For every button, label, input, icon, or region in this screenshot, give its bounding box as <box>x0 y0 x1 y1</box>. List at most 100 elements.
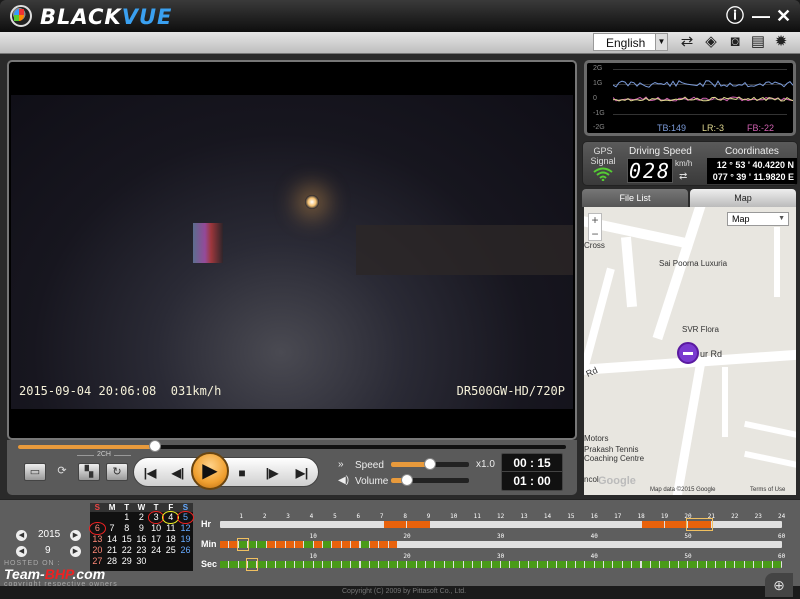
second-segment[interactable] <box>388 561 397 568</box>
second-segment[interactable] <box>538 561 547 568</box>
minute-segment[interactable] <box>332 541 341 548</box>
second-segment[interactable] <box>285 561 294 568</box>
second-segment[interactable] <box>407 561 416 568</box>
gear-icon[interactable]: ✹ <box>772 33 790 51</box>
calendar-day[interactable]: 12 <box>178 523 193 534</box>
language-select[interactable]: English ▼ <box>593 33 668 51</box>
minute-segment[interactable] <box>323 541 332 548</box>
second-segment[interactable] <box>632 561 641 568</box>
minute-segment[interactable] <box>276 541 285 548</box>
minute-segment[interactable] <box>369 541 379 548</box>
second-segment[interactable] <box>501 561 510 568</box>
second-segment[interactable] <box>669 561 678 568</box>
second-segment[interactable] <box>594 561 604 568</box>
calendar-day[interactable]: 8 <box>119 523 134 534</box>
calendar-day[interactable]: 19 <box>178 534 193 545</box>
calendar-day[interactable]: 10 <box>149 523 164 534</box>
chevron-down-icon[interactable]: ▼ <box>655 34 667 50</box>
second-segment[interactable] <box>566 561 575 568</box>
hour-timeline[interactable] <box>220 518 782 531</box>
second-segment[interactable] <box>744 561 753 568</box>
skip-first-button[interactable]: |◀ <box>140 465 160 481</box>
map-view[interactable]: + − Map ▼ Cross Sai Poorna Luxuria SVR Flo… <box>584 207 796 495</box>
calendar-day[interactable]: 4 <box>162 511 180 524</box>
magnify-icon[interactable]: ⊕ <box>765 573 793 597</box>
speed-slider[interactable] <box>391 458 469 470</box>
calendar-day[interactable]: 21 <box>105 545 120 556</box>
swap-channel-button[interactable]: ↻ <box>106 463 128 481</box>
minute-segment[interactable] <box>220 541 229 548</box>
zoom-in-button[interactable]: + <box>589 214 601 228</box>
tab-file-list[interactable]: File List <box>582 189 688 207</box>
calendar-day[interactable]: 2 <box>134 512 149 523</box>
second-segment[interactable] <box>604 561 613 568</box>
stop-button[interactable]: ■ <box>232 465 252 481</box>
next-month-button[interactable]: ▶ <box>70 546 81 557</box>
second-segment[interactable] <box>510 561 519 568</box>
minute-segment[interactable] <box>257 541 266 548</box>
minute-segment[interactable] <box>248 541 257 548</box>
car-location-icon[interactable]: ▬ <box>677 342 699 364</box>
second-segment[interactable] <box>426 561 435 568</box>
second-segment[interactable] <box>753 561 763 568</box>
calendar-day[interactable]: 20 <box>90 545 105 556</box>
hour-segment[interactable] <box>383 521 407 528</box>
tab-map[interactable]: Map <box>690 189 796 207</box>
print-icon[interactable]: ▤ <box>749 33 767 51</box>
calendar-day[interactable]: 15 <box>119 534 134 545</box>
minute-segment[interactable] <box>360 541 369 548</box>
second-segment[interactable] <box>257 561 266 568</box>
minute-segment[interactable] <box>285 541 294 548</box>
minute-segment[interactable] <box>388 541 397 548</box>
minute-segment[interactable] <box>313 541 323 548</box>
minimize-button[interactable]: — <box>752 6 770 26</box>
calendar-day[interactable]: 23 <box>134 545 149 556</box>
calendar-day[interactable]: 3 <box>147 511 165 524</box>
hour-segment[interactable] <box>641 521 664 528</box>
second-timeline[interactable] <box>220 558 782 571</box>
calendar-day[interactable]: 26 <box>178 545 193 556</box>
second-segment[interactable] <box>444 561 454 568</box>
second-segment[interactable] <box>772 561 781 568</box>
second-segment[interactable] <box>332 561 341 568</box>
second-segment[interactable] <box>707 561 716 568</box>
second-segment[interactable] <box>220 561 229 568</box>
second-segment[interactable] <box>678 561 688 568</box>
seek-handle[interactable] <box>149 440 161 452</box>
calendar-day[interactable]: 13 <box>90 534 105 545</box>
second-segment[interactable] <box>660 561 669 568</box>
second-segment[interactable] <box>613 561 622 568</box>
second-segment[interactable] <box>229 561 238 568</box>
minute-segment[interactable] <box>351 541 360 548</box>
minute-segment[interactable] <box>379 541 388 548</box>
second-segment[interactable] <box>735 561 744 568</box>
second-segment[interactable] <box>369 561 379 568</box>
second-segment[interactable] <box>351 561 360 568</box>
play-button[interactable]: ▶ <box>191 452 229 490</box>
calendar-day[interactable]: 9 <box>134 523 149 534</box>
second-segment[interactable] <box>519 561 529 568</box>
second-segment[interactable] <box>529 561 538 568</box>
second-segment[interactable] <box>716 561 725 568</box>
next-frame-button[interactable]: |▶ <box>262 465 282 481</box>
second-segment[interactable] <box>313 561 323 568</box>
prev-year-button[interactable]: ◀ <box>16 530 27 541</box>
calendar-day[interactable]: 16 <box>134 534 149 545</box>
camera-icon[interactable]: ◙ <box>726 33 744 51</box>
minute-timeline[interactable] <box>220 538 782 551</box>
second-segment[interactable] <box>575 561 585 568</box>
hour-segment[interactable] <box>664 521 688 528</box>
calendar-day[interactable]: 1 <box>119 512 134 523</box>
second-segment[interactable] <box>585 561 594 568</box>
second-segment[interactable] <box>491 561 500 568</box>
speed-handle[interactable] <box>424 458 436 470</box>
second-segment[interactable] <box>763 561 772 568</box>
minute-segment[interactable] <box>341 541 351 548</box>
second-segment[interactable] <box>641 561 650 568</box>
second-segment[interactable] <box>397 561 407 568</box>
calendar-day[interactable]: 22 <box>119 545 134 556</box>
calendar-day[interactable]: 6 <box>89 522 106 535</box>
calendar-day[interactable]: 30 <box>134 556 149 567</box>
second-segment[interactable] <box>547 561 557 568</box>
second-segment[interactable] <box>557 561 566 568</box>
